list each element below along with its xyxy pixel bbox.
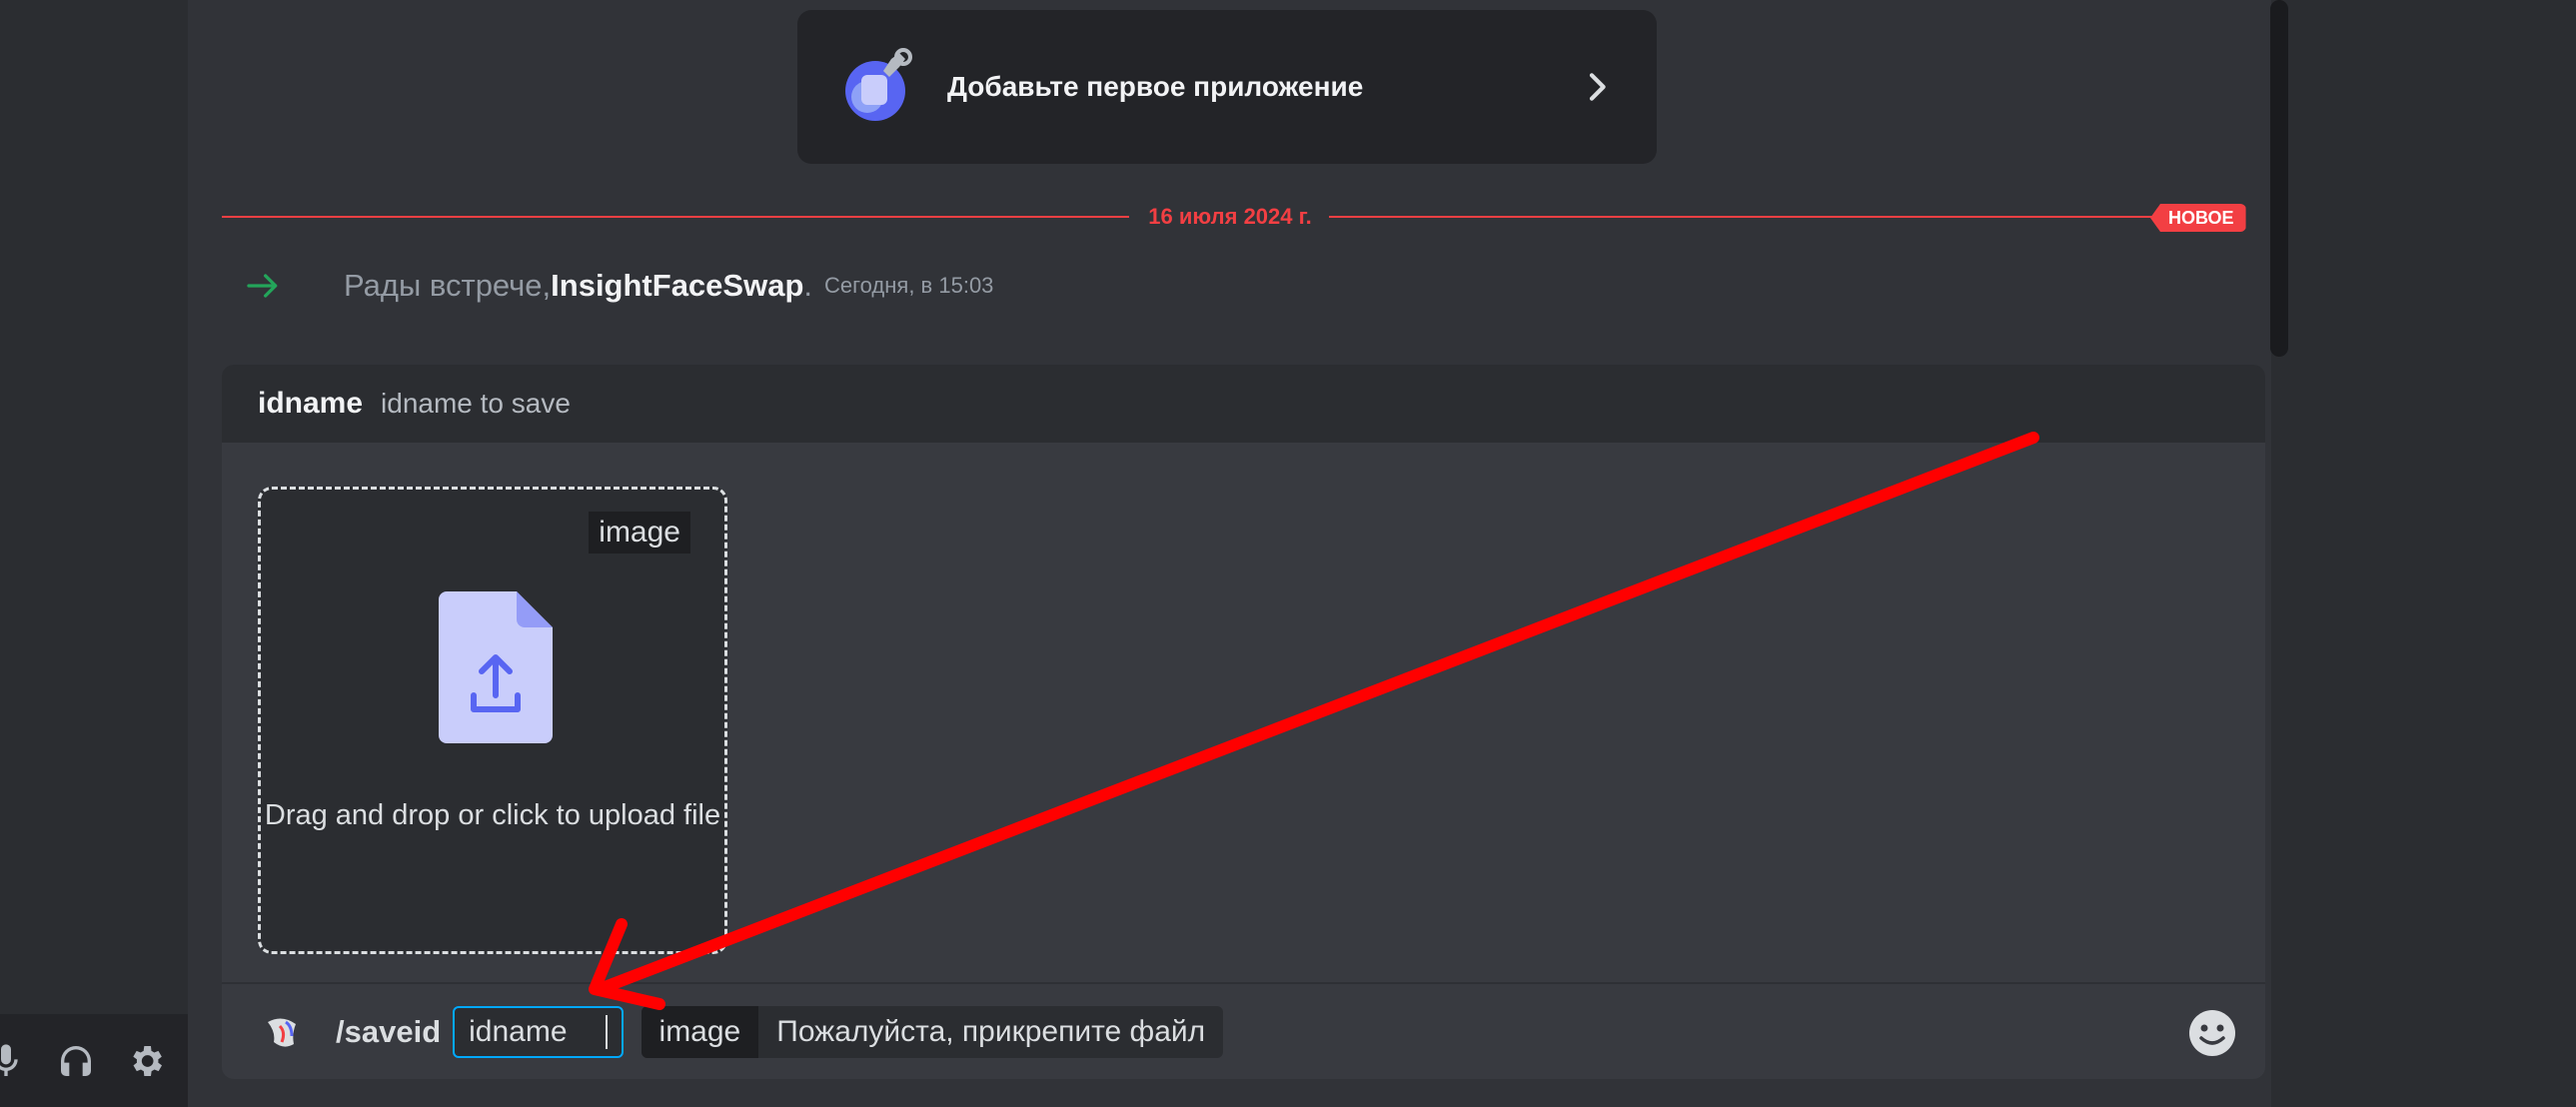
emoji-picker-icon[interactable] <box>2187 1008 2237 1058</box>
command-option-header: idname idname to save <box>222 365 2265 443</box>
add-app-card[interactable]: Добавьте первое приложение <box>797 10 1657 164</box>
join-arrow-icon <box>247 274 278 298</box>
upload-option-tag: image <box>589 512 690 554</box>
join-timestamp: Сегодня, в 15:03 <box>824 273 994 298</box>
image-option-required[interactable]: image Пожалуйста, прикрепите файл <box>641 1005 1224 1058</box>
slash-command-name: /saveid <box>336 1013 442 1049</box>
divider-line-left <box>222 216 1129 218</box>
member-list-area <box>2271 0 2576 1107</box>
option-name: idname <box>258 387 364 420</box>
image-option-label: image <box>641 1005 759 1058</box>
app-wrench-icon <box>845 48 912 121</box>
add-app-label: Добавьте первое приложение <box>947 71 1364 102</box>
channel-sidebar <box>0 0 188 1107</box>
headphones-icon[interactable] <box>52 1037 100 1085</box>
idname-option-input[interactable]: idname <box>453 1005 624 1058</box>
chat-scrollbar[interactable] <box>2270 0 2288 357</box>
upload-file-icon <box>439 591 553 743</box>
command-input-row: /saveid idname image Пожалуйста, прикреп… <box>222 982 2265 1079</box>
file-upload-dropzone[interactable]: image Drag and drop or click to upload f… <box>258 487 727 954</box>
divider-date: 16 июля 2024 г. <box>1148 204 1312 229</box>
idname-option-label: idname <box>469 1014 568 1048</box>
join-prefix: Рады встрече, <box>344 268 552 303</box>
divider-line-right <box>1329 216 2170 218</box>
attach-file-hint: Пожалуйста, прикрепите файл <box>776 1014 1206 1048</box>
join-message: Рады встрече, InsightFaceSwap . Сегодня,… <box>244 262 993 310</box>
gear-icon[interactable] <box>122 1037 170 1085</box>
join-username[interactable]: InsightFaceSwap <box>551 268 803 304</box>
chevron-right-icon <box>1589 73 1606 101</box>
option-description: idname to save <box>381 388 571 419</box>
upload-instructions: Drag and drop or click to upload file <box>264 799 721 831</box>
join-suffix: . <box>803 268 813 303</box>
microphone-icon[interactable] <box>0 1037 30 1085</box>
bot-avatar-icon <box>260 1009 304 1054</box>
new-messages-badge: НОВОЕ <box>2150 204 2246 232</box>
discord-window: Добавьте первое приложение 16 июля 2024 … <box>0 0 2576 1107</box>
slash-command-panel: idname idname to save image Drag and dro… <box>222 365 2265 1079</box>
user-panel <box>0 1014 188 1107</box>
text-caret <box>605 1014 608 1049</box>
date-divider: 16 июля 2024 г. НОВОЕ <box>222 204 2246 232</box>
